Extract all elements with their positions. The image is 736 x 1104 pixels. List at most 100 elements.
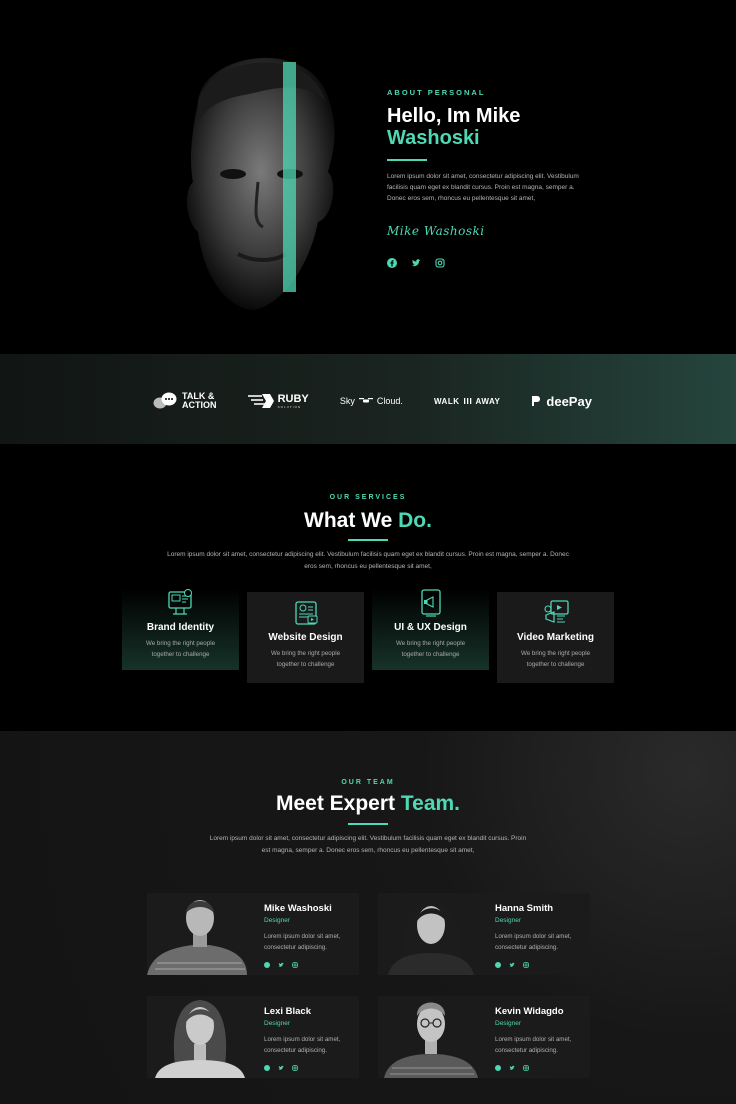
hero-underline	[387, 159, 427, 161]
ruby-arrow-icon	[247, 394, 274, 408]
logo-sky-text: Sky	[339, 396, 355, 406]
logo-away-text: AWAY	[475, 396, 501, 406]
member-name: Lexi Black	[264, 1006, 311, 1017]
twitter-icon[interactable]	[278, 1065, 284, 1071]
drone-icon	[358, 398, 373, 403]
member-text: Lorem ipsum dolor sit amet, consectetur …	[264, 933, 341, 951]
logo-walk-text: WALK	[433, 396, 460, 406]
services-title: What We Do.	[0, 509, 736, 533]
services-title-white: What We	[304, 509, 393, 532]
twitter-icon[interactable]	[509, 962, 515, 968]
member-photo	[155, 1000, 245, 1078]
service-card-title: UI & UX Design	[394, 622, 467, 633]
logo-ruby-tagline: SOLUTION	[277, 404, 302, 409]
services-section: OUR SERVICES What We Do. Lorem ipsum dol…	[0, 444, 736, 731]
instagram-icon[interactable]	[523, 962, 529, 968]
team-card-hanna[interactable]: Hanna Smith Designer Lorem ipsum dolor s…	[378, 893, 590, 975]
brand-identity-icon	[167, 589, 192, 615]
member-info: Hanna Smith Designer Lorem ipsum dolor s…	[495, 903, 589, 968]
twitter-icon[interactable]	[509, 1065, 515, 1071]
logo-skycloud[interactable]: Sky Cloud.	[340, 396, 403, 406]
member-role: Designer	[495, 917, 522, 924]
instagram-icon[interactable]	[292, 1065, 298, 1071]
logo-deepay-name: deePay	[546, 393, 592, 409]
team-section: OUR TEAM Meet Expert Team. Lorem ipsum d…	[0, 731, 736, 1104]
hero-portrait	[186, 57, 335, 311]
member-role: Designer	[264, 917, 291, 924]
member-socials	[264, 1065, 358, 1071]
logo-ruby-name: RUBY	[277, 392, 309, 405]
ui-ux-design-icon	[420, 589, 441, 617]
hero-title-line1: Hello, Im Mike	[387, 105, 521, 127]
service-card-brand-identity[interactable]: Brand Identity We bring the right people…	[122, 588, 239, 670]
member-role: Designer	[495, 1020, 522, 1027]
services-paragraph: Lorem ipsum dolor sit amet, consectetur …	[167, 551, 569, 570]
logo-walkaway[interactable]: WALK AWAY	[434, 397, 500, 406]
member-info: Mike Washoski Designer Lorem ipsum dolor…	[264, 903, 358, 968]
facebook-icon[interactable]	[387, 258, 397, 268]
facebook-icon[interactable]	[495, 1065, 501, 1071]
services-underline	[348, 539, 388, 541]
member-text: Lorem ipsum dolor sit amet, consectetur …	[495, 933, 572, 951]
hero-socials	[387, 258, 587, 268]
services-eyebrow: OUR SERVICES	[329, 494, 407, 501]
hero-paragraph: Lorem ipsum dolor sit amet, consectetur …	[387, 173, 579, 202]
facebook-icon[interactable]	[264, 1065, 270, 1071]
deepay-mark-icon	[532, 396, 541, 406]
service-card-title: Video Marketing	[516, 632, 595, 643]
team-paragraph: Lorem ipsum dolor sit amet, consectetur …	[209, 835, 527, 854]
member-photo	[147, 900, 247, 975]
team-underline	[348, 823, 388, 825]
member-text: Lorem ipsum dolor sit amet, consectetur …	[264, 1036, 341, 1054]
client-logos-band: TALK & ACTION RUBY SOLUTION Sky Cloud. W…	[0, 354, 736, 444]
service-card-text: We bring the right people together to ch…	[145, 640, 216, 658]
member-name: Mike Washoski	[264, 903, 332, 914]
logo-talk-line2: ACTION	[182, 400, 217, 410]
team-card-mike[interactable]: Mike Washoski Designer Lorem ipsum dolor…	[147, 893, 359, 975]
service-card-text: We bring the right people together to ch…	[270, 650, 341, 668]
member-socials	[495, 962, 589, 968]
logo-talk-action[interactable]: TALK & ACTION	[152, 391, 217, 411]
instagram-icon[interactable]	[435, 258, 445, 268]
member-photo	[388, 899, 474, 975]
member-name: Kevin Widagdo	[495, 1006, 564, 1017]
instagram-icon[interactable]	[292, 962, 298, 968]
member-info: Kevin Widagdo Designer Lorem ipsum dolor…	[495, 1006, 589, 1071]
hero-text: ABOUT PERSONAL Hello, Im Mike Washoski L…	[387, 88, 587, 268]
team-title: Meet Expert Team.	[0, 792, 736, 816]
website-design-icon	[294, 601, 317, 625]
team-title-white: Meet Expert	[275, 792, 396, 815]
hero-title-line2: Washoski	[387, 127, 480, 149]
member-text: Lorem ipsum dolor sit amet, consectetur …	[495, 1036, 572, 1054]
member-role: Designer	[264, 1020, 291, 1027]
team-card-lexi[interactable]: Lexi Black Designer Lorem ipsum dolor si…	[147, 996, 359, 1078]
member-photo	[384, 1002, 478, 1078]
instagram-icon[interactable]	[523, 1065, 529, 1071]
service-card-ui-ux-design[interactable]: UI & UX Design We bring the right people…	[372, 588, 489, 670]
hero-title: Hello, Im Mike Washoski	[387, 105, 587, 149]
logo-cloud-text: Cloud.	[376, 396, 403, 406]
bars-icon	[463, 398, 471, 404]
team-title-accent: Team.	[400, 792, 461, 815]
signature: Mike Washoski	[387, 224, 485, 238]
hero-eyebrow: ABOUT PERSONAL	[387, 88, 486, 97]
video-marketing-icon	[543, 600, 569, 623]
service-card-text: We bring the right people together to ch…	[520, 650, 591, 668]
facebook-icon[interactable]	[495, 962, 501, 968]
logo-row: TALK & ACTION RUBY SOLUTION Sky Cloud. W…	[152, 390, 592, 412]
team-card-kevin[interactable]: Kevin Widagdo Designer Lorem ipsum dolor…	[378, 996, 590, 1078]
logo-deepay[interactable]: deePay	[531, 394, 592, 409]
twitter-icon[interactable]	[411, 258, 421, 268]
service-card-title: Website Design	[268, 632, 343, 643]
service-card-website-design[interactable]: Website Design We bring the right people…	[247, 592, 364, 683]
member-name: Hanna Smith	[495, 903, 554, 914]
member-socials	[495, 1065, 589, 1071]
service-card-video-marketing[interactable]: Video Marketing We bring the right peopl…	[497, 592, 614, 683]
facebook-icon[interactable]	[264, 962, 270, 968]
twitter-icon[interactable]	[278, 962, 284, 968]
logo-ruby[interactable]: RUBY SOLUTION	[247, 392, 309, 409]
team-eyebrow: OUR TEAM	[341, 779, 395, 786]
hero-section: ABOUT PERSONAL Hello, Im Mike Washoski L…	[0, 0, 736, 354]
chat-bubbles-icon	[153, 392, 177, 409]
member-socials	[264, 962, 358, 968]
